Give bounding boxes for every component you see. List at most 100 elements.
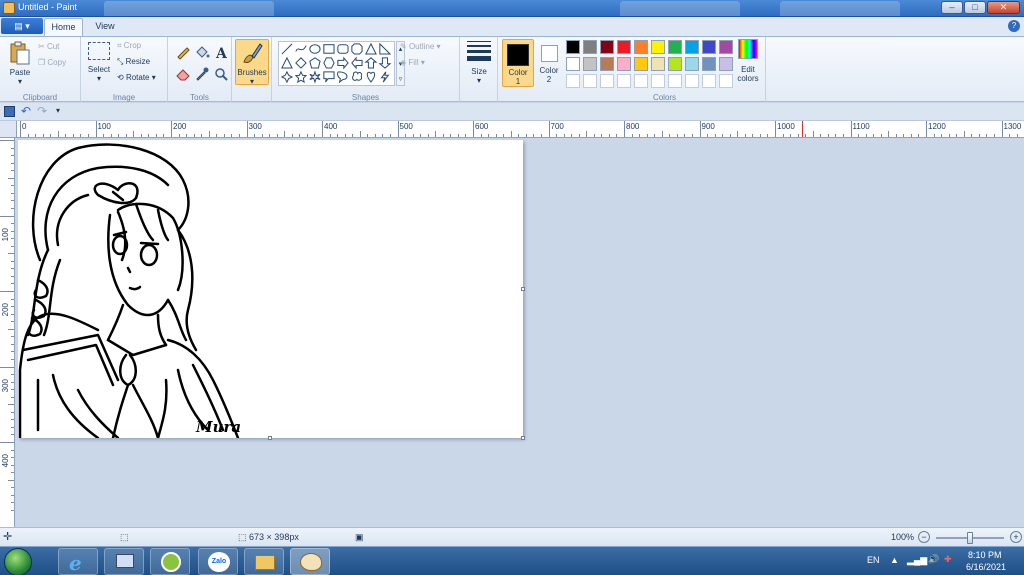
resize-handle-corner[interactable]	[521, 436, 525, 440]
resize-handle-bottom[interactable]	[268, 436, 272, 440]
help-icon[interactable]: ?	[1008, 20, 1020, 32]
coccoc-browser-taskbar-button[interactable]	[150, 548, 190, 575]
file-menu-button[interactable]: ▤ ▾	[1, 18, 43, 34]
palette-color-swatch[interactable]	[668, 57, 682, 71]
palette-custom-slot[interactable]	[566, 74, 580, 88]
paste-button[interactable]: Paste ▾	[4, 40, 36, 86]
palette-color-swatch[interactable]	[719, 40, 733, 54]
internet-explorer-taskbar-button[interactable]: e	[58, 548, 98, 575]
paint-taskbar-button[interactable]	[290, 548, 330, 575]
shape-option-icon[interactable]	[309, 57, 321, 69]
language-indicator[interactable]: EN	[867, 555, 880, 565]
palette-custom-slot[interactable]	[685, 74, 699, 88]
rotate-button[interactable]: ⟲ Rotate ▾	[117, 71, 156, 85]
palette-color-swatch[interactable]	[685, 40, 699, 54]
drawing-canvas[interactable]: Mura	[18, 140, 523, 440]
palette-custom-slot[interactable]	[719, 74, 733, 88]
shape-option-icon[interactable]	[364, 57, 378, 69]
zoom-in-button[interactable]: +	[1010, 531, 1022, 543]
shape-option-icon[interactable]	[309, 44, 321, 54]
zoom-out-button[interactable]: −	[918, 531, 930, 543]
paint-app-icon[interactable]	[3, 2, 15, 14]
color2-button[interactable]: Color 2	[536, 39, 562, 87]
magnifier-tool[interactable]	[212, 65, 228, 81]
palette-color-swatch[interactable]	[617, 40, 631, 54]
clock-date[interactable]: 6/16/2021	[966, 562, 1006, 572]
zoom-slider-thumb[interactable]	[967, 532, 973, 544]
palette-color-swatch[interactable]	[685, 57, 699, 71]
close-button[interactable]: ✕	[987, 1, 1020, 14]
text-tool[interactable]: A	[212, 43, 228, 62]
shape-option-icon[interactable]	[351, 43, 363, 55]
palette-color-swatch[interactable]	[719, 57, 733, 71]
network-icon[interactable]: ▂▄▆	[907, 555, 927, 566]
pencil-tool[interactable]	[174, 43, 190, 60]
palette-custom-slot[interactable]	[651, 74, 665, 88]
palette-color-swatch[interactable]	[651, 40, 665, 54]
computer-taskbar-button[interactable]	[104, 548, 144, 575]
palette-custom-slot[interactable]	[617, 74, 631, 88]
palette-color-swatch[interactable]	[651, 57, 665, 71]
shape-option-icon[interactable]	[281, 43, 293, 55]
shape-option-icon[interactable]	[337, 71, 348, 84]
undo-icon[interactable]: ↶	[21, 104, 31, 118]
shape-option-icon[interactable]	[337, 44, 349, 54]
outline-button[interactable]: ✎ Outline ▾	[400, 40, 441, 54]
tab-view[interactable]: View	[86, 18, 124, 36]
minimize-button[interactable]: –	[941, 1, 963, 14]
shapes-gallery[interactable]	[278, 41, 395, 86]
shape-option-icon[interactable]	[323, 44, 335, 54]
save-icon[interactable]	[4, 106, 15, 117]
shape-option-icon[interactable]	[280, 70, 294, 84]
customize-toolbar-icon[interactable]: ▾	[56, 106, 60, 115]
shape-option-icon[interactable]	[379, 42, 392, 55]
tab-home[interactable]: Home	[44, 18, 83, 36]
resize-button[interactable]: ⤡ Resize	[117, 55, 150, 69]
palette-color-swatch[interactable]	[634, 40, 648, 54]
shape-option-icon[interactable]	[365, 42, 377, 55]
shape-option-icon[interactable]	[351, 56, 363, 70]
palette-color-swatch[interactable]	[668, 40, 682, 54]
resize-handle-right[interactable]	[521, 287, 525, 291]
palette-custom-slot[interactable]	[600, 74, 614, 88]
file-explorer-taskbar-button[interactable]	[244, 548, 284, 575]
palette-color-swatch[interactable]	[617, 57, 631, 71]
palette-color-swatch[interactable]	[566, 40, 580, 54]
shape-option-icon[interactable]	[295, 45, 307, 52]
brushes-button[interactable]: Brushes ▾	[235, 39, 269, 86]
shape-option-icon[interactable]	[337, 56, 349, 70]
copy-button[interactable]: ❐ Copy	[38, 56, 66, 70]
shape-option-icon[interactable]	[309, 70, 321, 84]
palette-color-swatch[interactable]	[702, 40, 716, 54]
palette-color-swatch[interactable]	[583, 57, 597, 71]
palette-custom-slot[interactable]	[583, 74, 597, 88]
eraser-tool[interactable]	[174, 65, 190, 81]
fill-button[interactable]: ◈ Fill ▾	[400, 56, 425, 70]
palette-color-swatch[interactable]	[583, 40, 597, 54]
shape-option-icon[interactable]	[323, 57, 335, 69]
palette-custom-slot[interactable]	[702, 74, 716, 88]
shape-option-icon[interactable]	[323, 71, 335, 83]
palette-color-swatch[interactable]	[634, 57, 648, 71]
color1-button[interactable]: Color 1	[502, 39, 534, 87]
color-picker-tool[interactable]	[193, 65, 209, 81]
clock-time[interactable]: 8:10 PM	[968, 550, 1002, 560]
shape-option-icon[interactable]	[295, 57, 307, 69]
palette-color-swatch[interactable]	[566, 57, 580, 71]
volume-icon[interactable]: 🔊	[928, 554, 939, 565]
shape-option-icon[interactable]	[366, 71, 376, 83]
maximize-button[interactable]: □	[964, 1, 986, 14]
show-hidden-icons[interactable]: ▲	[890, 555, 899, 565]
start-button[interactable]	[4, 548, 32, 575]
shape-option-icon[interactable]	[378, 57, 392, 69]
zalo-taskbar-button[interactable]: Zalo	[198, 548, 238, 575]
palette-custom-slot[interactable]	[634, 74, 648, 88]
select-button[interactable]: Select ▾	[85, 42, 113, 83]
palette-custom-slot[interactable]	[668, 74, 682, 88]
crop-button[interactable]: ⌗ Crop	[117, 39, 141, 53]
zoom-slider[interactable]	[936, 532, 1004, 544]
shape-option-icon[interactable]	[294, 70, 308, 84]
size-button[interactable]: Size ▾	[464, 41, 494, 85]
security-alert-icon[interactable]: ✚	[944, 554, 952, 565]
palette-color-swatch[interactable]	[600, 40, 614, 54]
